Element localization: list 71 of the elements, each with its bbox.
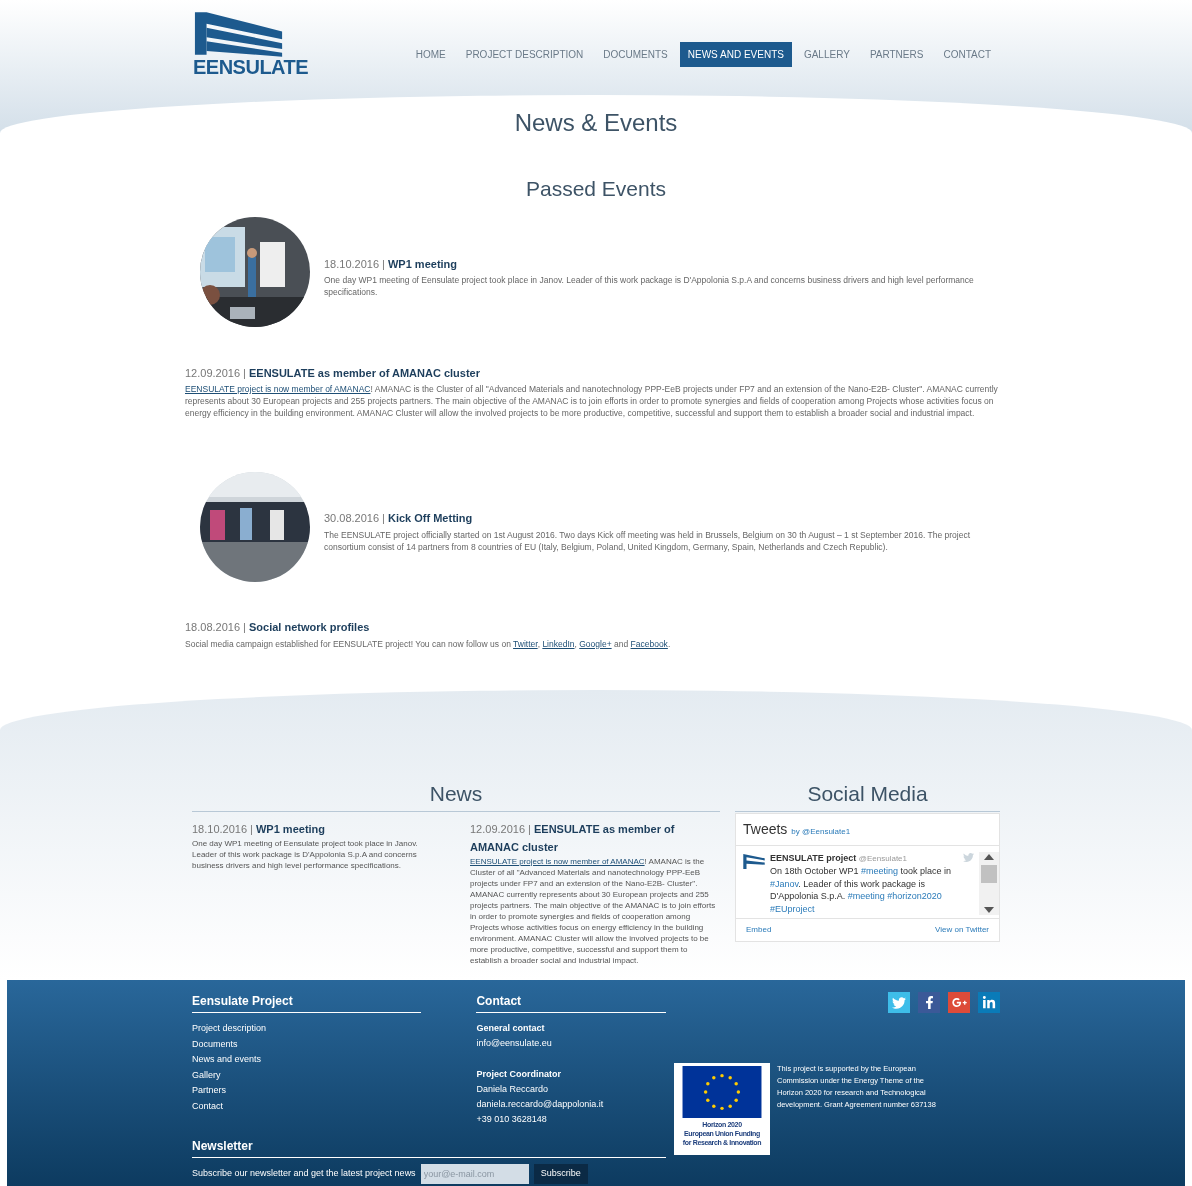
event-text: One day WP1 meeting of Eensulate project took place in Janov. Leader of this work package is D'Appolonia S.p.A and concerns business drivers and high level performance specifications. xyxy=(324,274,975,299)
text-link[interactable]: EENSULATE project is now member of AMANAC xyxy=(185,384,371,394)
event-text: The EENSULATE project officially started on 1st August 2016. Two days Kick off meeting was held in Brussels, Belgium on 30 th August – 1 st September 2016. The project consortium consist of 14 partners from 8 countries of EU (Italy, Belgium, Poland, United Kingdom, Germany, Spain, Netherlands and Czech Republic). xyxy=(324,528,972,553)
text-link[interactable]: Facebook xyxy=(630,638,668,649)
event-text: Social media campaign established for EENSULATE project! You can now follow us on Twitter, LinkedIn, Google+ and Facebook. xyxy=(185,637,672,650)
nav-link[interactable]: HOME xyxy=(407,42,454,67)
twitter-icon xyxy=(963,851,974,863)
section-title: Passed Events xyxy=(524,176,668,202)
contact-line: Daniela Reccardo xyxy=(476,1083,549,1096)
text-link[interactable]: LinkedIn xyxy=(542,638,575,649)
contact-heading: General contact xyxy=(476,1022,546,1035)
hashtag-link[interactable]: #horizon2020 xyxy=(887,891,942,901)
event-text: EENSULATE project is now member of AMANAC! AMANAC is the Cluster of all "Advanced Materials and nanotechnology PPP-EeB projects under FP7 and an extension of the Nano-E2B- Cluster". AMANAC currently represents about 30 European projects and 255 projects partners. The main objective of the AMANAC is to join efforts in order to promote synergies and fields of cooperation among Projects whose activities focus on energy efficiency in the building environment. AMANAC Cluster will allow the involved projects to be more productive, competitive, successful and support them to establish a broader social and industrial impact. xyxy=(185,383,999,419)
nav-link[interactable]: PARTNERS xyxy=(861,42,932,67)
nav-link[interactable]: PROJECT DESCRIPTION xyxy=(457,42,592,67)
footer-link[interactable]: News and events xyxy=(192,1052,422,1068)
embed-link[interactable]: Embed xyxy=(746,924,772,936)
logo-icon xyxy=(193,10,285,57)
contact-line: daniela.reccardo@dappolonia.it xyxy=(476,1098,605,1111)
tweet-text: On 18th October WP1 #meeting took place in #Janov. Leader of this work package is D'Appolonia S.p.A. #meeting #horizon2020 #EUproject xyxy=(770,865,953,915)
eu-flag-icon xyxy=(682,1066,762,1118)
avatar-icon xyxy=(743,853,765,869)
widget-title: Tweets xyxy=(743,819,788,839)
email-field[interactable]: your@e-mail.com xyxy=(420,1164,529,1184)
linkedin-icon[interactable] xyxy=(978,992,1000,1013)
nav-link[interactable]: GALLERY xyxy=(795,42,858,67)
footer-link[interactable]: Contact xyxy=(192,1098,422,1114)
view-on-twitter-link[interactable]: View on Twitter xyxy=(935,924,989,936)
google-plus-icon[interactable] xyxy=(948,992,970,1013)
facebook-icon[interactable] xyxy=(918,992,940,1013)
footer-link[interactable]: Partners xyxy=(192,1083,422,1099)
footer-heading: Newsletter xyxy=(192,1137,666,1158)
footer-heading: Contact xyxy=(476,992,666,1013)
news-heading: 18.10.2016 | WP1 meeting xyxy=(192,821,327,837)
contact-line: info@eensulate.eu xyxy=(476,1037,553,1050)
contact-heading: Project Coordinator xyxy=(476,1068,562,1081)
event-text: One day WP1 meeting of Eensulate project took place in Janov. Leader of this work package is D'Appolonia S.p.A and concerns business drivers and high level performance specifications. xyxy=(192,837,419,871)
tweet-handle: @Eensulate1 xyxy=(858,853,907,863)
event-date: 18.08.2016 | xyxy=(185,620,246,635)
event-title: Kick Off Metting xyxy=(387,511,473,527)
nav-link[interactable]: CONTACT xyxy=(935,42,999,67)
footer-link[interactable]: Project description xyxy=(192,1021,422,1037)
section-title: News xyxy=(192,778,720,812)
event-title: Social network profiles xyxy=(248,620,370,635)
nav-link[interactable]: DOCUMENTS xyxy=(595,42,676,67)
text-link[interactable]: EENSULATE project is now member of AMANAC xyxy=(470,856,645,866)
section-title: Social Media xyxy=(735,778,1000,812)
footer-link[interactable]: Documents xyxy=(192,1036,422,1052)
tweet-author: EENSULATE project xyxy=(770,852,857,863)
event-date: 18.10.2016 | xyxy=(324,256,385,272)
newsletter-text: Subscribe our newsletter and get the latest project news xyxy=(192,1167,416,1181)
subscribe-button[interactable]: Subscribe xyxy=(533,1164,588,1184)
event-title: EENSULATE as member of AMANAC cluster xyxy=(248,365,480,381)
contact-line: +39 010 3628148 xyxy=(476,1113,548,1126)
text-link[interactable]: Google+ xyxy=(579,638,612,649)
hashtag-link[interactable]: #meeting xyxy=(847,891,885,901)
footer-link[interactable]: Gallery xyxy=(192,1067,422,1083)
event-date: 30.08.2016 | xyxy=(324,511,385,527)
event-text: EENSULATE project is now member of AMANAC! AMANAC is the Cluster of all "Advanced Materials and nanotechnology PPP-EeB projects under FP7 and an extension of the Nano-E2B- Cluster". AMANAC currently represents about 30 European projects and 255 projects partners. The main objective of the AMANAC is to join efforts in order to promote synergies and fields of cooperation among Projects whose activities focus on energy efficiency in the building environment. AMANAC Cluster will allow the involved projects to be more productive, competitive, successful and support them to establish a broader social and industrial impact. xyxy=(470,855,717,966)
nav-link[interactable]: NEWS AND EVENTS xyxy=(679,42,792,67)
widget-byline: by @Eensulate1 xyxy=(791,825,851,838)
news-heading: 12.09.2016 | EENSULATE as member of AMANAC cluster xyxy=(470,821,676,855)
hashtag-link[interactable]: #EUproject xyxy=(770,903,815,914)
event-date: 12.09.2016 | xyxy=(185,365,246,381)
event-title: WP1 meeting xyxy=(387,256,458,272)
text-link[interactable]: Twitter xyxy=(513,638,538,649)
hashtag-link[interactable]: #meeting xyxy=(861,866,899,876)
footer-heading: Eensulate Project xyxy=(192,992,422,1013)
page-title: News & Events xyxy=(513,108,679,138)
logo-text: EENSULATE xyxy=(193,57,309,77)
scrollbar[interactable] xyxy=(979,851,999,915)
